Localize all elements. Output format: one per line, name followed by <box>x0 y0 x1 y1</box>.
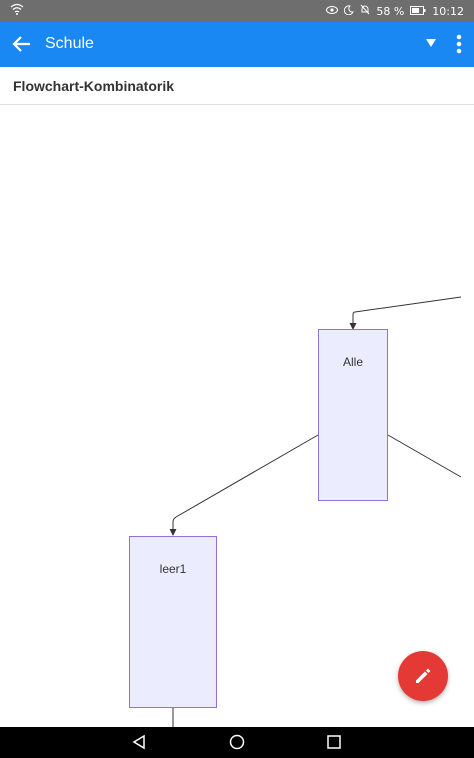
more-vert-icon[interactable] <box>452 32 466 56</box>
system-nav-bar <box>0 727 474 758</box>
dropdown-arrow-icon[interactable] <box>424 36 438 50</box>
wifi-icon <box>10 3 24 18</box>
battery-text: 58 % <box>376 4 405 18</box>
node-alle-label: Alle <box>343 355 363 369</box>
eye-icon <box>326 5 339 19</box>
arrowhead-alle <box>349 323 357 330</box>
page-header: Flowchart-Kombinatorik <box>0 67 474 105</box>
battery-icon <box>410 5 426 19</box>
clock-time: 10:12 <box>432 4 464 18</box>
edge-into-alle <box>352 296 462 327</box>
app-bar: Schule <box>0 22 474 67</box>
recents-square-icon[interactable] <box>326 734 342 755</box>
status-bar: 58 % 10:12 <box>0 0 474 22</box>
edge-alle-to-leer1 <box>172 434 319 531</box>
page-title: Flowchart-Kombinatorik <box>13 78 175 94</box>
node-leer1-label: leer1 <box>160 562 187 576</box>
back-arrow-icon[interactable] <box>10 32 34 56</box>
edge-alle-to-right <box>387 434 462 478</box>
moon-icon <box>344 4 355 19</box>
edit-pencil-icon <box>416 668 431 683</box>
edit-fab-button[interactable] <box>398 651 448 701</box>
arrowhead-leer1 <box>169 529 177 536</box>
back-triangle-icon[interactable] <box>131 734 147 755</box>
bell-off-icon <box>360 4 370 19</box>
home-circle-icon[interactable] <box>229 734 245 755</box>
flowchart-canvas: Alle leer1 <box>0 105 474 727</box>
app-bar-title: Schule <box>45 35 94 52</box>
